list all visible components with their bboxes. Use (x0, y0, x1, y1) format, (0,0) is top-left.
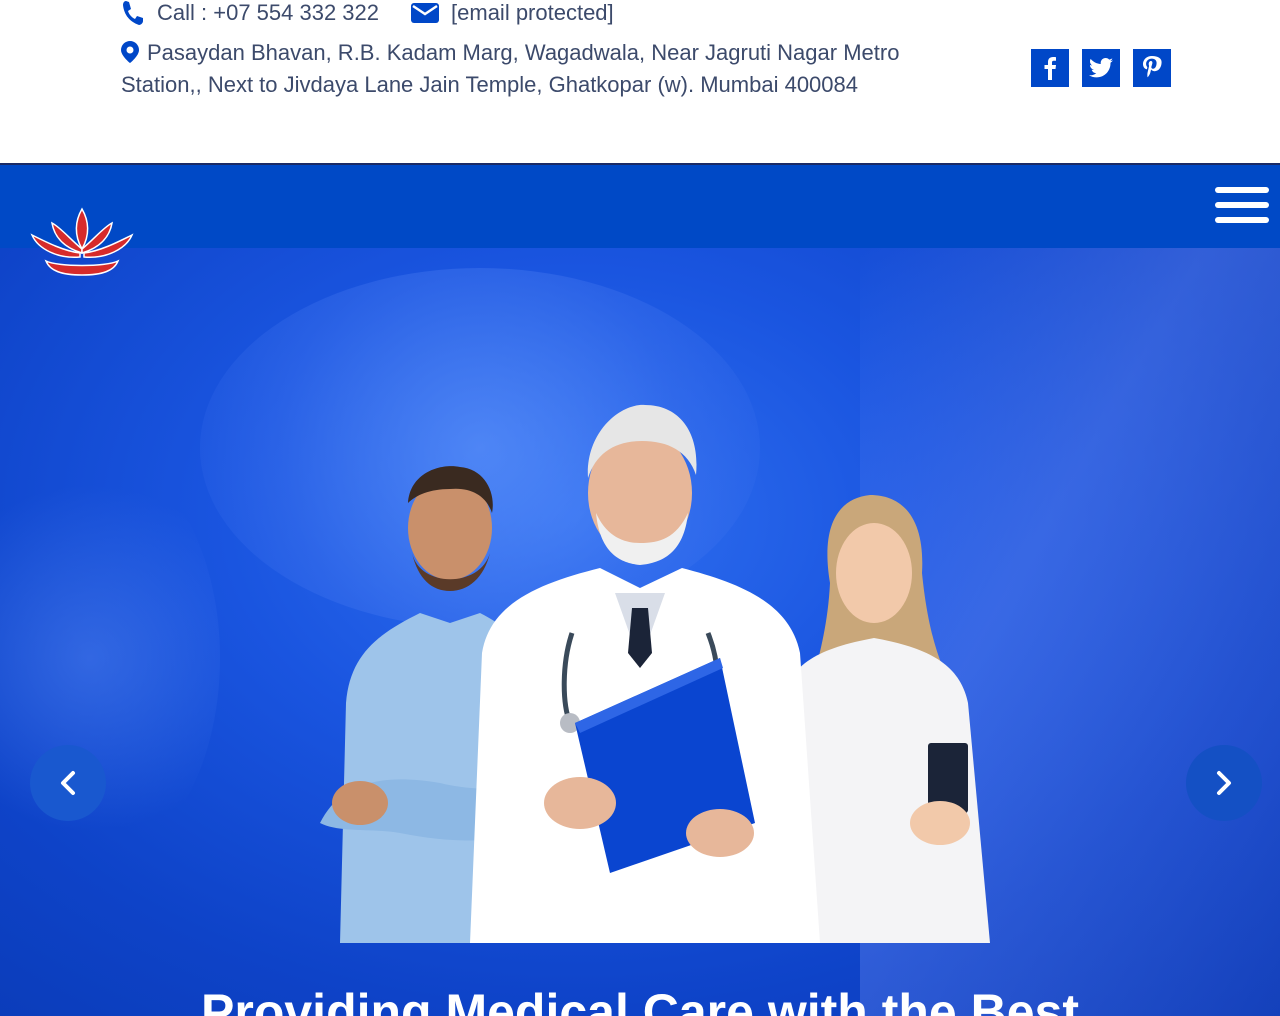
chevron-right-icon (1217, 771, 1231, 795)
pinterest-button[interactable] (1133, 49, 1171, 87)
twitter-icon (1089, 58, 1113, 78)
slider-next-button[interactable] (1186, 745, 1262, 821)
envelope-icon (411, 3, 440, 23)
phone-contact[interactable]: Call : +07 554 332 322 (121, 0, 379, 27)
hero-title: Providing Medical Care with the Best (201, 984, 1079, 1016)
pinterest-icon (1143, 56, 1162, 78)
map-pin-icon (121, 41, 139, 63)
hamburger-menu-icon[interactable] (1215, 187, 1269, 227)
facebook-icon (1044, 57, 1056, 80)
contact-line: Call : +07 554 332 322 [email protected] (121, 0, 646, 28)
lotus-logo-icon (30, 207, 134, 276)
hero-slider: Providing Medical Care with the Best (0, 248, 1280, 1016)
main-navbar (0, 163, 1280, 248)
site-logo[interactable] (28, 205, 136, 277)
hero-background-shape (0, 448, 220, 868)
phone-icon (123, 1, 143, 25)
social-links (1031, 49, 1184, 87)
slider-prev-button[interactable] (30, 745, 106, 821)
address-block: Pasaydan Bhavan, R.B. Kadam Marg, Wagadw… (121, 37, 911, 101)
twitter-button[interactable] (1082, 49, 1120, 87)
email-label: [email protected] (451, 0, 614, 25)
top-contact-bar: Call : +07 554 332 322 [email protected]… (0, 0, 1280, 163)
chevron-left-icon (61, 771, 75, 795)
phone-label: Call : +07 554 332 322 (157, 0, 380, 25)
facebook-button[interactable] (1031, 49, 1069, 87)
doctors-team-image (320, 404, 990, 943)
address-text: Pasaydan Bhavan, R.B. Kadam Marg, Wagadw… (121, 40, 900, 97)
email-contact[interactable]: [email protected] (411, 0, 614, 26)
